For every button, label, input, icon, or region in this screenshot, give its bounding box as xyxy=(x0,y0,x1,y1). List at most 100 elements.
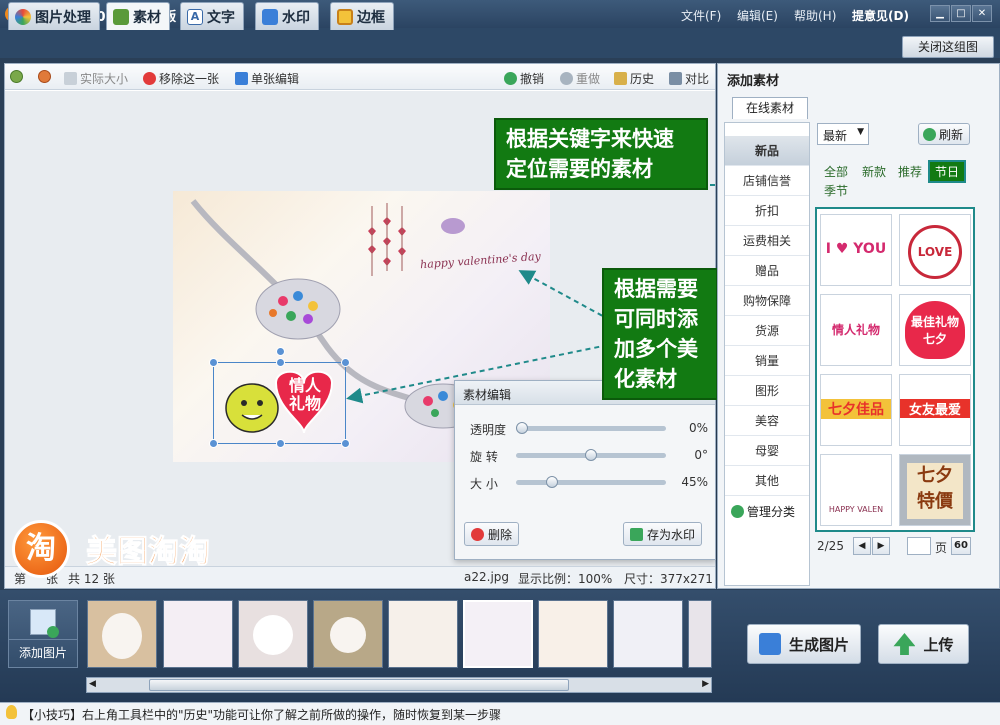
zoom-out-icon xyxy=(38,70,51,83)
tab-label: 素材 xyxy=(133,9,161,26)
undo-label: 撤销 xyxy=(520,72,545,86)
filter-recommend[interactable]: 推荐 xyxy=(898,163,922,180)
upload-button[interactable]: 上传 xyxy=(878,624,969,664)
minimize-button[interactable]: ▁ xyxy=(930,5,950,22)
material-thumbnail[interactable]: LOVE xyxy=(899,214,971,286)
close-group-button[interactable]: 关闭这组图 xyxy=(902,36,994,58)
filter-new[interactable]: 新款 xyxy=(862,163,886,180)
tab-photo-edit[interactable]: 图片处理 xyxy=(8,2,100,30)
scroll-left-icon[interactable]: ◀ xyxy=(89,679,96,689)
material-thumbnail[interactable]: 女友最爱 xyxy=(899,374,971,446)
material-thumbnail[interactable]: 情人礼物 xyxy=(820,294,892,366)
category-item[interactable]: 折扣 xyxy=(725,196,809,226)
material-thumbnail[interactable]: 七夕佳品 xyxy=(820,374,892,446)
thumb-label: 女友最爱 xyxy=(900,399,970,418)
menu-edit[interactable]: 编辑(E) xyxy=(737,7,778,24)
single-edit-label: 单张编辑 xyxy=(251,72,300,86)
actual-size-button[interactable]: 实际大小 xyxy=(64,70,128,87)
menu-file[interactable]: 文件(F) xyxy=(681,7,721,24)
thumb-label: 情人礼物 xyxy=(831,323,880,337)
size-slider[interactable] xyxy=(516,476,666,488)
next-page-button[interactable]: ▶ xyxy=(872,537,890,555)
film-thumbnail[interactable] xyxy=(688,600,712,668)
film-thumbnail[interactable] xyxy=(538,600,608,668)
remove-image-button[interactable]: 移除这一张 xyxy=(143,70,219,87)
scroll-thumb[interactable] xyxy=(149,679,569,691)
category-item[interactable]: 图形 xyxy=(725,376,809,406)
opacity-knob[interactable] xyxy=(516,422,528,434)
manage-category-button[interactable]: 管理分类 xyxy=(731,503,795,520)
resize-handle[interactable] xyxy=(209,358,218,367)
add-image-button[interactable]: 添加图片 xyxy=(8,600,78,668)
close-window-button[interactable]: ✕ xyxy=(972,5,992,22)
single-edit-button[interactable]: 单张编辑 xyxy=(235,70,299,87)
image-size: 尺寸：377x271 xyxy=(624,572,713,586)
material-thumbnail[interactable]: 最佳礼物 七夕 xyxy=(899,294,971,366)
menu-help[interactable]: 帮助(H) xyxy=(794,7,836,24)
category-item[interactable]: 其他 xyxy=(725,466,809,496)
page-number-input[interactable] xyxy=(907,537,931,555)
category-item[interactable]: 店铺信誉 xyxy=(725,166,809,196)
manage-label: 管理分类 xyxy=(747,505,796,519)
material-thumbnail[interactable]: 七夕 特價 xyxy=(899,454,971,526)
refresh-button[interactable]: 刷新 xyxy=(918,123,970,145)
material-thumbnail[interactable]: HAPPY VALEN xyxy=(820,454,892,526)
history-button[interactable]: 历史 xyxy=(614,70,654,87)
tab-online-material[interactable]: 在线素材 xyxy=(732,97,808,119)
selected-sticker[interactable]: 情人 礼物 xyxy=(209,347,350,448)
zoom-in-button[interactable] xyxy=(10,70,23,83)
film-thumbnail[interactable] xyxy=(313,600,383,668)
film-thumbnail[interactable] xyxy=(388,600,458,668)
film-thumbnail-selected[interactable] xyxy=(463,600,533,668)
menu-feedback[interactable]: 提意见(D) xyxy=(852,7,909,24)
filter-festival[interactable]: 节日 xyxy=(928,160,967,183)
sort-dropdown[interactable]: 最新 ▼ xyxy=(817,123,869,145)
undo-button[interactable]: 撤销 xyxy=(504,70,544,87)
rotate-slider[interactable] xyxy=(516,449,666,461)
film-thumbnail[interactable] xyxy=(163,600,233,668)
category-item[interactable]: 美容 xyxy=(725,406,809,436)
material-thumbnail[interactable]: I ♥ YOU xyxy=(820,214,892,286)
zoom-out-button[interactable] xyxy=(38,70,51,83)
remove-label: 移除这一张 xyxy=(159,72,220,86)
resize-handle[interactable] xyxy=(276,358,285,367)
resize-handle[interactable] xyxy=(341,439,350,448)
rotate-knob[interactable] xyxy=(585,449,597,461)
tab-label: 文字 xyxy=(207,9,235,26)
filter-all[interactable]: 全部 xyxy=(824,163,848,180)
text-icon: A xyxy=(187,8,203,25)
tab-text[interactable]: A 文字 xyxy=(180,2,244,30)
compare-button[interactable]: 对比 xyxy=(669,70,709,87)
redo-button[interactable]: 重做 xyxy=(560,70,600,87)
film-thumbnail[interactable] xyxy=(613,600,683,668)
resize-handle[interactable] xyxy=(276,439,285,448)
go-page-button[interactable]: 60 xyxy=(951,537,971,555)
scroll-right-icon[interactable]: ▶ xyxy=(702,679,709,689)
film-scrollbar[interactable]: ◀ ▶ xyxy=(86,677,712,693)
tab-frame[interactable]: 边框 xyxy=(330,2,394,30)
generate-image-button[interactable]: 生成图片 xyxy=(747,624,861,664)
prev-page-button[interactable]: ◀ xyxy=(853,537,871,555)
resize-handle[interactable] xyxy=(341,358,350,367)
actual-size-label: 实际大小 xyxy=(80,72,129,86)
category-item[interactable]: 赠品 xyxy=(725,256,809,286)
rotate-handle[interactable] xyxy=(276,347,285,356)
category-item[interactable]: 母婴 xyxy=(725,436,809,466)
category-item[interactable]: 运费相关 xyxy=(725,226,809,256)
delete-material-button[interactable]: 删除 xyxy=(464,522,520,546)
save-watermark-button[interactable]: 存为水印 xyxy=(623,522,703,546)
filter-season[interactable]: 季节 xyxy=(824,182,848,199)
category-item[interactable]: 新品 xyxy=(725,136,809,166)
category-item[interactable]: 销量 xyxy=(725,346,809,376)
maximize-button[interactable]: □ xyxy=(951,5,971,22)
tab-material[interactable]: 素材 xyxy=(106,2,170,30)
resize-handle[interactable] xyxy=(209,439,218,448)
tab-watermark[interactable]: 水印 xyxy=(255,2,319,30)
film-thumbnail[interactable] xyxy=(87,600,157,668)
opacity-slider[interactable] xyxy=(516,422,666,434)
category-item[interactable]: 货源 xyxy=(725,316,809,346)
category-item[interactable]: 购物保障 xyxy=(725,286,809,316)
panel-title: 添加素材 xyxy=(727,74,780,89)
add-image-label: 添加图片 xyxy=(9,639,77,661)
film-thumbnail[interactable] xyxy=(238,600,308,668)
